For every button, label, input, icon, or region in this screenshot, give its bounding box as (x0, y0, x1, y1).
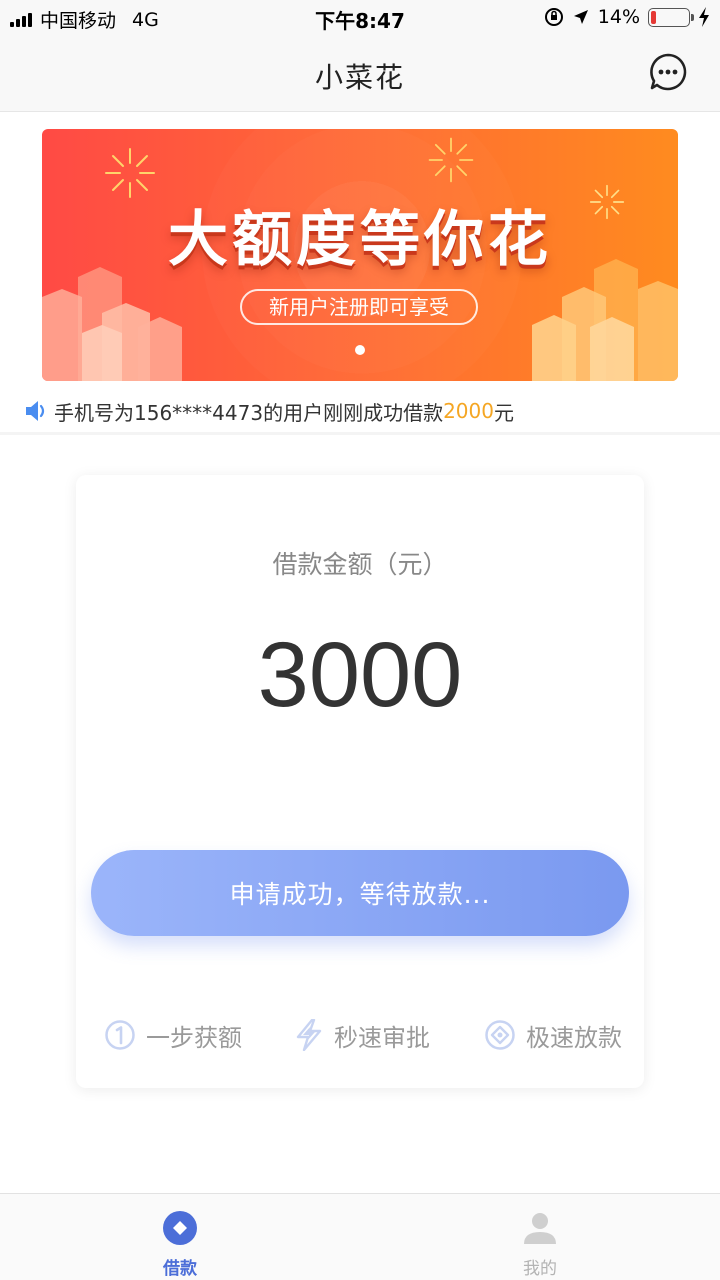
location-arrow-icon (573, 10, 588, 24)
notice-amount: 2000 (443, 399, 494, 423)
tab-loan[interactable]: 借款 (0, 1194, 360, 1280)
carousel-indicator[interactable] (355, 345, 365, 355)
divider (0, 432, 720, 435)
feature-label: 极速放款 (526, 1023, 622, 1052)
loan-amount-value: 3000 (257, 624, 463, 726)
feature-item: 极速放款 (484, 1015, 622, 1055)
diamond-coin-icon (485, 1020, 515, 1050)
banner-subtitle: 新用户注册即可享受 (240, 289, 478, 325)
feature-item: 秒速审批 (294, 1015, 430, 1055)
loan-tab-icon (163, 1211, 197, 1245)
user-tab-icon (524, 1213, 556, 1244)
page-title: 小菜花 (314, 61, 405, 94)
tab-bar: 借款 我的 (0, 1193, 720, 1280)
promo-banner[interactable]: 大额度等你花 新用户注册即可享受 (42, 129, 678, 381)
tab-label: 借款 (163, 1259, 197, 1279)
orientation-lock-icon (544, 8, 563, 26)
notice-text: 手机号为156****4473的用户刚刚成功借款 (54, 400, 444, 425)
notice-ticker: 手机号为156****4473的用户刚刚成功借款 2000 元 (24, 396, 514, 426)
loan-amount-label: 借款金额（元） (272, 550, 448, 579)
tab-label: 我的 (523, 1259, 557, 1279)
apply-status-button[interactable]: 申请成功，等待放款... (91, 850, 629, 936)
tab-mine[interactable]: 我的 (360, 1194, 720, 1280)
firework-icon (428, 137, 474, 183)
circle-one-icon (105, 1020, 135, 1050)
more-dots-icon[interactable] (648, 52, 688, 92)
status-right: 14% (536, 6, 710, 28)
notice-unit: 元 (493, 400, 514, 425)
charging-bolt-icon (699, 7, 709, 27)
battery-icon (648, 7, 694, 27)
speaker-icon (26, 401, 45, 421)
nav-bar: 小菜花 (0, 36, 720, 112)
loan-card: 借款金额（元） 3000 申请成功，等待放款... 一步获额 秒速审批 极速放款 (76, 475, 644, 1088)
battery-percent: 14% (597, 6, 640, 28)
status-bar: 中国移动 4G 下午8:47 14% (0, 0, 720, 36)
feature-label: 秒速审批 (334, 1023, 430, 1052)
feature-list: 一步获额 秒速审批 极速放款 (76, 1015, 644, 1055)
feature-item: 一步获额 (104, 1015, 242, 1055)
lightning-icon (296, 1019, 322, 1051)
feature-label: 一步获额 (146, 1023, 242, 1052)
banner-headline: 大额度等你花 (168, 205, 552, 275)
